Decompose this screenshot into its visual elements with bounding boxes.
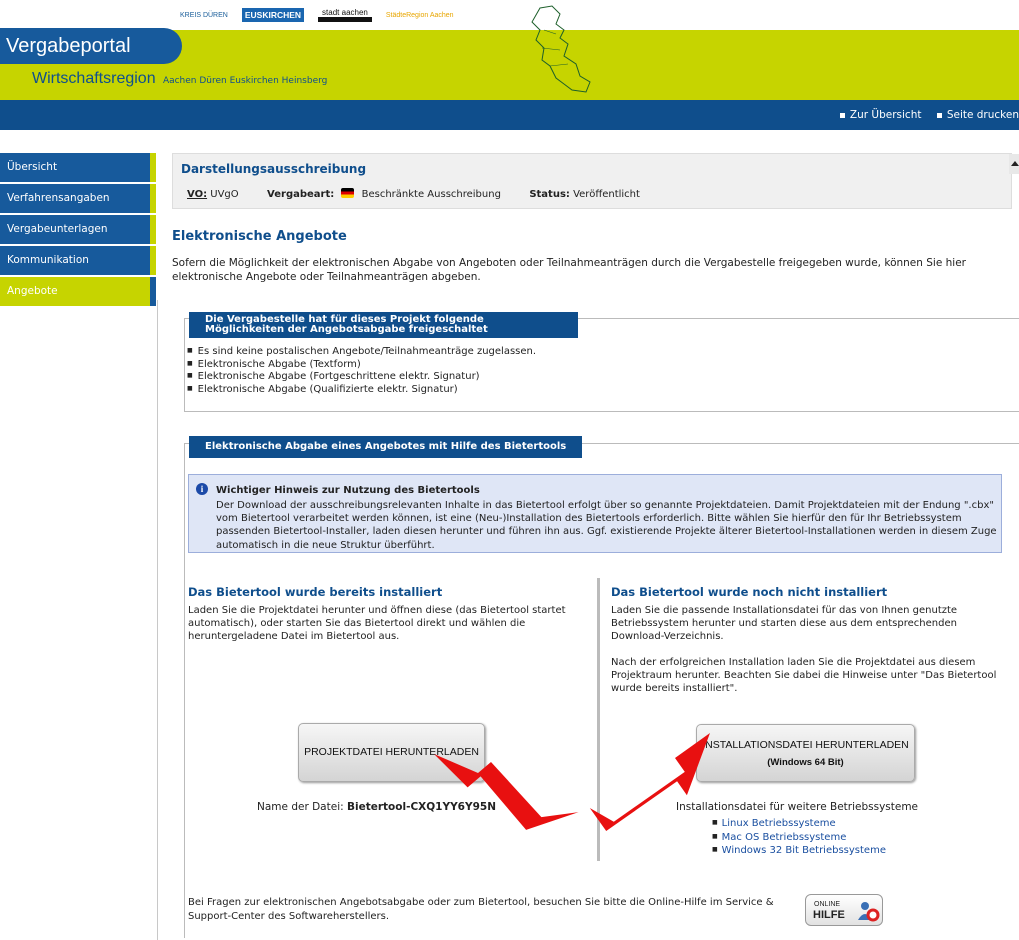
download-installer-sublabel: (Windows 64 Bit) (767, 757, 844, 768)
support-person-icon (858, 902, 880, 922)
online-help-line1: ONLINE (814, 901, 841, 908)
list-item: Elektronische Abgabe (Qualifizierte elek… (187, 383, 536, 396)
online-help-line2: HILFE (813, 909, 845, 921)
site-header: KREIS DÜREN EUSKIRCHEN stadt aachen Städ… (0, 0, 1019, 100)
sidebar-item-verfahrensangaben[interactable]: Verfahrensangaben (0, 184, 156, 213)
macos-installer-link[interactable]: Mac OS Betriebssysteme (712, 831, 886, 845)
list-item: Elektronische Abgabe (Fortgeschrittene e… (187, 370, 536, 383)
notice-title: Wichtiger Hinweis zur Nutzung des Bieter… (216, 485, 480, 496)
sidebar-item-kommunikation[interactable]: Kommunikation (0, 246, 156, 275)
download-installer-button[interactable]: INSTALLATIONSDATEI HERUNTERLADEN (Window… (696, 724, 915, 782)
overview-link-label: Zur Übersicht (849, 109, 922, 121)
online-help-button[interactable]: ONLINE HILFE (805, 894, 883, 926)
region-subtitle: Wirtschaftsregion Aachen Düren Euskirche… (32, 70, 327, 88)
status-value: Veröffentlicht (573, 189, 640, 200)
submission-options-legend: Die Vergabestelle hat für dieses Projekt… (189, 312, 578, 338)
project-meta-row: VO: UVgO Vergabeart: Beschränkte Ausschr… (187, 188, 640, 200)
top-navigation-bar: Zur Übersicht Seite drucken (0, 100, 1019, 130)
sidebar-item-angebote[interactable]: Angebote (0, 277, 156, 306)
sidebar-nav: Übersicht Verfahrensangaben Vergabeunter… (0, 153, 156, 308)
submission-options-list: Es sind keine postalischen Angebote/Teil… (187, 345, 536, 395)
not-installed-text-2: Nach der erfolgreichen Installation lade… (611, 657, 997, 695)
linux-installer-link[interactable]: Linux Betriebssysteme (712, 817, 886, 831)
list-item: Elektronische Abgabe (Textform) (187, 358, 536, 371)
section-heading: Elektronische Angebote (172, 229, 347, 244)
topbar-links: Zur Übersicht Seite drucken (828, 109, 1019, 121)
intro-text: Sofern die Möglichkeit der elektronische… (172, 257, 966, 283)
submission-options-fieldset: Die Vergabestelle hat für dieses Projekt… (184, 312, 1019, 412)
portal-brand[interactable]: Vergabeportal (0, 28, 182, 64)
logo-kreis-dueren: KREIS DÜREN (180, 11, 228, 19)
filename-row: Name der Datei: Bietertool-CXQ1YY6Y95N (257, 801, 496, 813)
logo-euskirchen: EUSKIRCHEN (241, 8, 305, 22)
sidebar-divider (157, 300, 158, 940)
vergabeart-label: Vergabeart: (267, 189, 335, 200)
partner-logos: KREIS DÜREN EUSKIRCHEN stadt aachen Städ… (180, 0, 454, 30)
download-project-file-button[interactable]: PROJEKTDATEI HERUNTERLADEN (298, 723, 485, 782)
sidebar-item-vergabeunterlagen[interactable]: Vergabeunterlagen (0, 215, 156, 244)
vo-value: UVgO (210, 189, 239, 200)
square-bullet-icon (839, 112, 845, 118)
sidebar-item-uebersicht[interactable]: Übersicht (0, 153, 156, 182)
region-title: Wirtschaftsregion (32, 70, 156, 87)
windows32-installer-link[interactable]: Windows 32 Bit Betriebssysteme (712, 844, 886, 858)
vo-label: VO: (187, 189, 208, 200)
vergabeart-value: Beschränkte Ausschreibung (361, 189, 501, 200)
logo-stadt-aachen: stadt aachen (318, 8, 372, 22)
installed-text: Laden Sie die Projektdatei herunter und … (188, 605, 566, 643)
other-os-label: Installationsdatei für weitere Betriebss… (676, 801, 919, 813)
download-project-file-label: PROJEKTDATEI HERUNTERLADEN (304, 746, 479, 758)
info-icon: i (196, 483, 208, 495)
print-page-link[interactable]: Seite drucken (936, 109, 1019, 121)
region-map-icon (531, 5, 591, 93)
notice-box: i Wichtiger Hinweis zur Nutzung des Biet… (188, 474, 1002, 553)
notice-text: Der Download der ausschreibungsrelevante… (216, 500, 997, 551)
download-installer-label: INSTALLATIONSDATEI HERUNTERLADEN (702, 739, 909, 751)
column-divider (597, 578, 600, 861)
print-page-link-label: Seite drucken (946, 109, 1019, 121)
not-installed-title: Das Bietertool wurde noch nicht installi… (611, 585, 888, 599)
status-label: Status: (529, 189, 570, 200)
germany-flag-icon (341, 188, 355, 198)
portal-title: Vergabeportal (6, 35, 131, 57)
square-bullet-icon (936, 112, 942, 118)
scroll-up-arrow-icon[interactable] (1009, 154, 1019, 174)
filename-label: Name der Datei: (257, 801, 344, 813)
installed-title: Das Bietertool wurde bereits installiert (188, 585, 443, 599)
project-info-box: Darstellungsausschreibung VO: UVgO Verga… (172, 153, 1019, 209)
bietertool-legend: Elektronische Abgabe eines Angebotes mit… (189, 436, 583, 458)
partner-logos-strip: KREIS DÜREN EUSKIRCHEN stadt aachen Städ… (0, 0, 1019, 30)
filename-value: Bietertool-CXQ1YY6Y95N (347, 801, 496, 813)
region-places: Aachen Düren Euskirchen Heinsberg (162, 76, 328, 86)
not-installed-text: Laden Sie die passende Installationsdate… (611, 605, 958, 643)
overview-link[interactable]: Zur Übersicht (839, 109, 922, 121)
help-footer-text: Bei Fragen zur elektronischen Angebotsab… (188, 897, 774, 922)
project-title: Darstellungsausschreibung (181, 162, 367, 176)
os-links-list: Linux Betriebssysteme Mac OS Betriebssys… (712, 817, 886, 858)
list-item: Es sind keine postalischen Angebote/Teil… (187, 345, 536, 358)
logo-staedteregion: StädteRegion Aachen (385, 11, 454, 19)
